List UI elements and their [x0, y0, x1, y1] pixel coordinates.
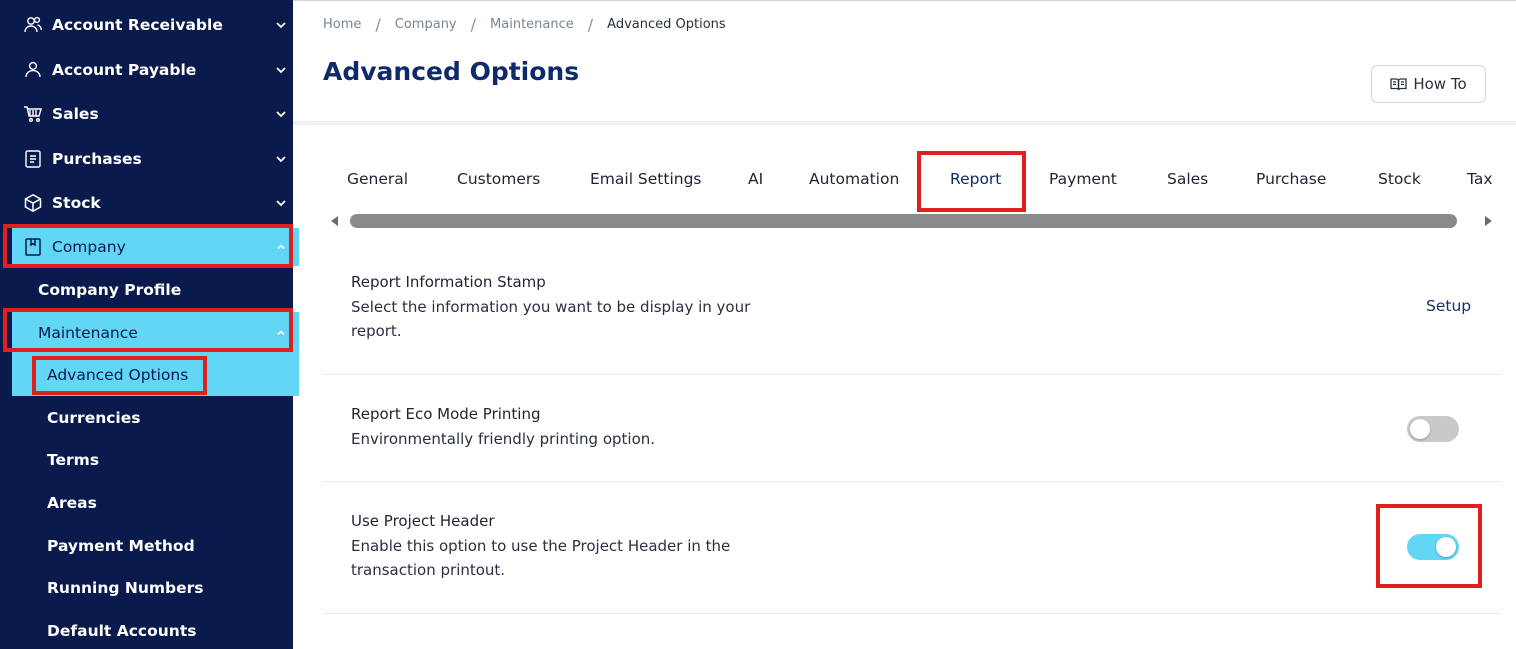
sidebar-item-label: Company — [52, 238, 126, 256]
breadcrumb-separator: / — [375, 15, 381, 34]
scroll-thumb[interactable] — [350, 214, 1457, 228]
chevron-down-icon — [276, 156, 286, 163]
breadcrumb: Home / Company / Maintenance / Advanced … — [323, 15, 726, 34]
project-header-toggle[interactable] — [1407, 534, 1459, 560]
sidebar-item-label: Company Profile — [38, 281, 182, 299]
sidebar-item-label: Areas — [47, 494, 97, 512]
setting-description: Environmentally friendly printing option… — [351, 430, 656, 448]
sidebar-item-running-numbers[interactable]: Running Numbers — [12, 567, 299, 609]
sidebar-item-account-receivable[interactable]: Account Receivable — [12, 6, 299, 44]
setting-report-information-stamp: Report Information Stamp Select the info… — [323, 258, 1501, 375]
tabs-scrollbar[interactable] — [323, 212, 1503, 232]
tab-general[interactable]: General — [347, 170, 408, 188]
sidebar-item-stock[interactable]: Stock — [12, 184, 299, 222]
tab-purchase[interactable]: Purchase — [1256, 170, 1326, 188]
breadcrumb-separator: / — [587, 15, 594, 34]
sidebar-item-label: Terms — [47, 451, 100, 469]
setting-description: Enable this option to use the Project He… — [351, 537, 731, 579]
sidebar: Account Receivable Account Payable Sales… — [0, 0, 299, 649]
breadcrumb-company[interactable]: Company — [395, 17, 457, 32]
sidebar-item-default-accounts[interactable]: Default Accounts — [12, 610, 299, 649]
sidebar-item-account-payable[interactable]: Account Payable — [12, 51, 299, 89]
sidebar-item-label: Maintenance — [38, 324, 138, 342]
eco-mode-toggle[interactable] — [1407, 416, 1459, 442]
setup-link[interactable]: Setup — [1426, 297, 1471, 315]
sidebar-item-sales[interactable]: Sales — [12, 95, 299, 133]
sidebar-item-label: Purchases — [52, 150, 142, 168]
how-to-label: How To — [1413, 75, 1467, 93]
cart-icon — [23, 104, 43, 124]
user-icon — [23, 60, 43, 80]
breadcrumb-current: Advanced Options — [607, 17, 726, 32]
sidebar-item-company-profile[interactable]: Company Profile — [12, 269, 299, 311]
bookmark-icon — [23, 237, 43, 257]
settings-tabs: General Customers Email Settings AI Auto… — [323, 150, 1503, 212]
breadcrumb-separator: / — [470, 15, 477, 34]
sidebar-item-label: Payment Method — [47, 537, 195, 555]
chevron-down-icon — [276, 200, 286, 207]
tab-email-settings[interactable]: Email Settings — [590, 170, 702, 188]
sidebar-item-company[interactable]: Company — [12, 228, 299, 266]
sidebar-item-label: Default Accounts — [47, 622, 197, 640]
tab-ai[interactable]: AI — [748, 170, 763, 188]
tab-report[interactable]: Report — [950, 170, 1001, 188]
setting-title: Report Information Stamp — [351, 273, 546, 291]
sidebar-item-label: Stock — [52, 194, 101, 212]
sidebar-item-terms[interactable]: Terms — [12, 439, 299, 481]
sidebar-item-label: Account Receivable — [52, 16, 223, 34]
chevron-down-icon — [276, 67, 286, 74]
setting-title: Report Eco Mode Printing — [351, 405, 541, 423]
tab-customers[interactable]: Customers — [457, 170, 540, 188]
sidebar-item-purchases[interactable]: Purchases — [12, 140, 299, 178]
sidebar-item-label: Account Payable — [52, 61, 197, 79]
setting-report-eco-mode-printing: Report Eco Mode Printing Environmentally… — [323, 375, 1501, 482]
toggle-knob — [1410, 419, 1430, 439]
scroll-left-arrow-icon[interactable] — [331, 216, 338, 226]
sidebar-item-payment-method[interactable]: Payment Method — [12, 525, 299, 567]
scroll-right-arrow-icon[interactable] — [1485, 216, 1492, 226]
sidebar-item-label: Sales — [52, 105, 99, 123]
sidebar-item-currencies[interactable]: Currencies — [12, 397, 299, 439]
chevron-down-icon — [276, 22, 286, 29]
breadcrumb-maintenance[interactable]: Maintenance — [490, 17, 574, 32]
book-icon — [1390, 77, 1407, 90]
sidebar-item-areas[interactable]: Areas — [12, 482, 299, 524]
tab-tax[interactable]: Tax — [1467, 170, 1493, 188]
setting-description: Select the information you want to be di… — [351, 298, 751, 340]
chevron-up-icon — [277, 244, 285, 250]
sidebar-item-label: Advanced Options — [47, 366, 189, 384]
app-root: Account Receivable Account Payable Sales… — [0, 0, 1516, 649]
setting-use-project-header: Use Project Header Enable this option to… — [323, 482, 1501, 614]
tab-automation[interactable]: Automation — [809, 170, 899, 188]
sidebar-item-label: Running Numbers — [47, 579, 204, 597]
tab-sales[interactable]: Sales — [1167, 170, 1208, 188]
page-title: Advanced Options — [323, 57, 580, 86]
main-content: Home / Company / Maintenance / Advanced … — [293, 0, 1516, 649]
sidebar-item-maintenance[interactable]: Maintenance — [12, 312, 299, 354]
sidebar-item-advanced-options[interactable]: Advanced Options — [12, 354, 299, 396]
chevron-up-icon — [277, 330, 285, 336]
tab-payment[interactable]: Payment — [1049, 170, 1117, 188]
top-border — [293, 0, 1516, 1]
how-to-button[interactable]: How To — [1371, 65, 1486, 103]
sidebar-item-label: Currencies — [47, 409, 141, 427]
users-icon — [23, 15, 43, 35]
tab-stock[interactable]: Stock — [1378, 170, 1421, 188]
breadcrumb-home[interactable]: Home — [323, 17, 361, 32]
chevron-down-icon — [276, 111, 286, 118]
toggle-knob — [1436, 537, 1456, 557]
receipt-icon — [23, 149, 43, 169]
setting-title: Use Project Header — [351, 512, 495, 530]
box-icon — [23, 193, 43, 213]
header-divider — [293, 121, 1516, 125]
